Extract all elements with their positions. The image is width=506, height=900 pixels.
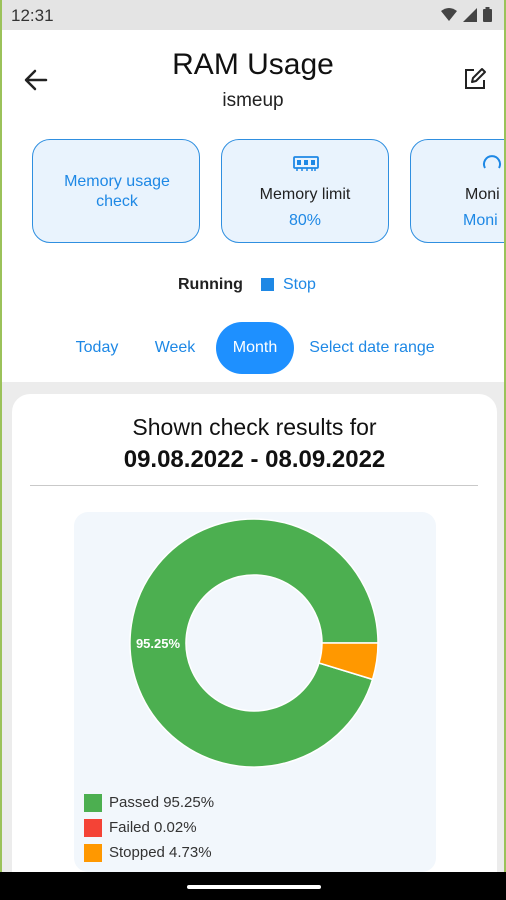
legend-swatch-stopped — [84, 843, 102, 862]
stop-square-icon[interactable] — [261, 278, 274, 291]
edit-icon[interactable] — [462, 66, 488, 92]
memory-limit-label: Memory limit — [259, 186, 351, 203]
legend-swatch-passed — [84, 793, 102, 812]
monitor-label: Moni — [465, 186, 500, 203]
monitor-icon — [483, 155, 501, 169]
stop-button[interactable]: Stop — [283, 276, 316, 294]
legend-item-passed: Passed 95.25% — [84, 790, 214, 815]
page-title: RAM Usage — [172, 48, 334, 81]
legend-label-passed: Passed 95.25% — [109, 794, 215, 811]
screen: 12:31 RAM Usage ismeup Memory usage chec… — [2, 0, 504, 900]
memory-limit-value: 80% — [288, 212, 322, 229]
home-handle[interactable] — [187, 885, 321, 889]
legend-label-failed: Failed 0.02% — [109, 819, 197, 836]
tab-today[interactable]: Today — [66, 322, 128, 374]
wifi-icon — [441, 7, 457, 21]
tab-week[interactable]: Week — [147, 322, 203, 374]
results-date-range: 09.08.2022 - 08.09.2022 — [123, 446, 386, 473]
tab-select-date-range[interactable]: Select date range — [302, 322, 442, 374]
memory-usage-check-label: Memory usage check — [64, 173, 170, 210]
divider — [30, 485, 478, 486]
donut-label-passed: 95.25% — [136, 636, 181, 651]
system-nav-bar — [0, 872, 506, 900]
results-title: Shown check results for — [132, 414, 377, 440]
status-time: 12:31 — [11, 6, 54, 25]
legend-label-stopped: Stopped 4.73% — [109, 844, 212, 861]
donut-chart-card: 95.25% Passed 95.25% Failed 0.02% Stoppe… — [74, 512, 436, 872]
memory-chip-icon — [293, 156, 319, 171]
memory-usage-check-card[interactable]: Memory usage check — [32, 139, 200, 243]
app-header: RAM Usage ismeup — [2, 30, 504, 130]
memory-limit-card[interactable]: Memory limit 80% — [221, 139, 389, 243]
donut-chart: 95.25% — [129, 518, 379, 768]
running-label: Running — [178, 276, 243, 293]
legend-item-stopped: Stopped 4.73% — [84, 840, 214, 865]
legend-swatch-failed — [84, 818, 102, 837]
status-icons — [441, 7, 492, 22]
status-bar: 12:31 — [2, 0, 504, 30]
monitor-value: Moni — [463, 212, 498, 229]
tab-month[interactable]: Month — [216, 322, 294, 374]
legend-item-failed: Failed 0.02% — [84, 815, 214, 840]
monitor-card[interactable]: Moni Moni — [410, 139, 504, 243]
battery-icon — [483, 7, 492, 22]
results-panel: Shown check results for 09.08.2022 - 08.… — [12, 394, 497, 900]
page-subtitle: ismeup — [222, 90, 284, 111]
chart-legend: Passed 95.25% Failed 0.02% Stopped 4.73% — [84, 790, 214, 865]
date-range-tabs: Today Week Month Select date range — [2, 322, 504, 374]
signal-icon — [463, 7, 477, 22]
